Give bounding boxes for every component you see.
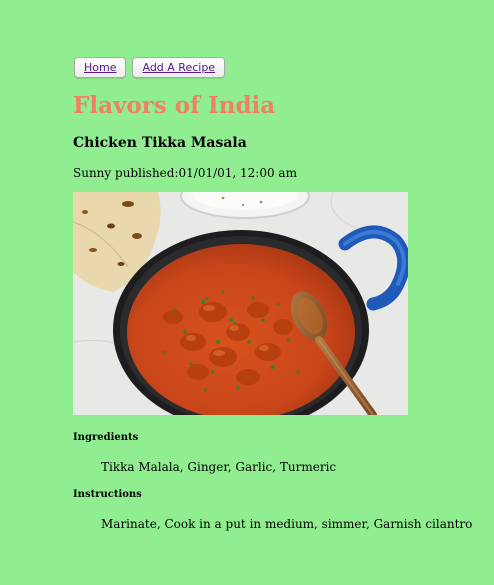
recipe-meta: Sunny published:01/01/01, 12:00 am: [73, 166, 297, 180]
home-button[interactable]: Home: [74, 57, 127, 78]
instructions-text: Marinate, Cook in a put in medium, simme…: [101, 517, 473, 531]
published-date: 01/01/01, 12:00 am: [178, 166, 297, 180]
recipe-photo: [73, 192, 408, 415]
recipe-author: Sunny: [73, 166, 112, 180]
top-nav: Home Add A Recipe: [74, 57, 226, 78]
published-label: published:: [115, 166, 179, 180]
ingredients-heading: Ingredients: [73, 432, 139, 443]
recipe-title: Chicken Tikka Masala: [73, 135, 247, 151]
site-title: Flavors of India: [73, 92, 276, 119]
add-recipe-button[interactable]: Add A Recipe: [132, 57, 226, 78]
instructions-heading: Instructions: [73, 489, 142, 500]
ingredients-text: Tikka Malala, Ginger, Garlic, Turmeric: [101, 460, 337, 474]
